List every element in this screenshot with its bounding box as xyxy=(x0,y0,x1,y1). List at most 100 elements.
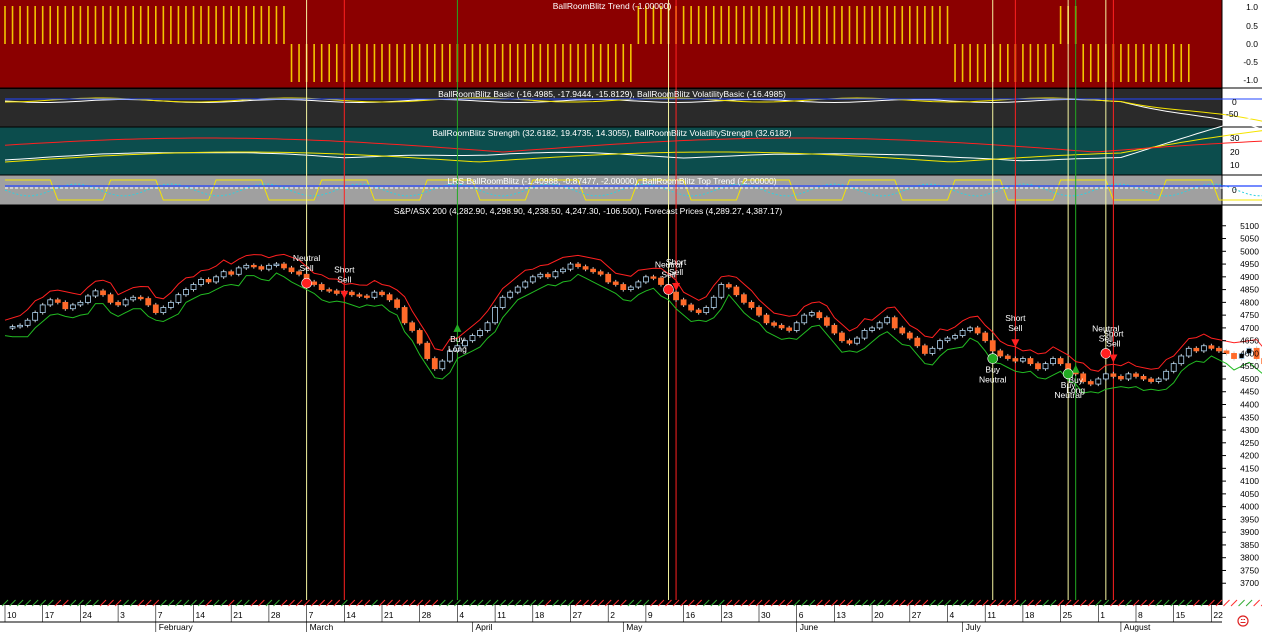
signal-label: Short xyxy=(1005,313,1026,323)
candle xyxy=(974,327,981,334)
candle xyxy=(250,264,257,268)
candle xyxy=(906,332,913,339)
candle xyxy=(281,263,287,269)
candle xyxy=(1102,373,1109,380)
y-tick-label: 4750 xyxy=(1240,310,1259,320)
candle xyxy=(748,301,755,308)
candle xyxy=(741,294,747,303)
candle xyxy=(575,263,581,268)
chart-canvas: NeutralSell ShortSellBuyLongNeutralSellSh… xyxy=(0,0,1262,632)
candle xyxy=(1035,363,1041,370)
y-tick-label: 4350 xyxy=(1240,412,1259,422)
candle xyxy=(507,291,514,298)
candle xyxy=(198,278,204,285)
x-tick-label: 23 xyxy=(723,610,733,620)
x-tick-label: 8 xyxy=(1138,610,1143,620)
y-tick-label: 4700 xyxy=(1240,323,1259,333)
x-tick-label: 17 xyxy=(45,610,55,620)
candle xyxy=(1155,378,1162,382)
signal-dot xyxy=(301,277,312,289)
y-tick-label: 3700 xyxy=(1240,578,1259,588)
signal-label: Buy xyxy=(450,334,465,344)
candle xyxy=(733,286,740,296)
candle xyxy=(929,347,936,354)
x-tick-label: 11 xyxy=(987,610,996,620)
x-tick-label: 16 xyxy=(686,610,696,620)
candle xyxy=(145,298,152,306)
candle xyxy=(137,296,144,300)
candle xyxy=(1095,378,1102,385)
y-tick-label: 4250 xyxy=(1240,438,1259,448)
candle xyxy=(891,317,898,329)
trend-tick: 0.0 xyxy=(1246,39,1258,49)
candle xyxy=(100,290,106,296)
trend-tick: 1.0 xyxy=(1246,2,1258,12)
candle xyxy=(175,294,182,303)
y-tick-label: 4950 xyxy=(1240,259,1259,269)
y-tick-label: 5050 xyxy=(1240,234,1259,244)
candle xyxy=(205,278,212,283)
candle xyxy=(69,304,76,310)
candle xyxy=(92,290,99,297)
candle xyxy=(348,291,355,296)
x-tick-label: 18 xyxy=(1025,610,1035,620)
candle xyxy=(567,263,574,270)
y-tick-label: 3900 xyxy=(1240,527,1259,537)
signal-label: Sell xyxy=(1106,339,1120,349)
y-tick-label: 4850 xyxy=(1240,285,1259,295)
candle xyxy=(673,291,679,301)
x-tick-label: 30 xyxy=(761,610,771,620)
candle xyxy=(484,322,491,331)
candle xyxy=(401,307,408,324)
candle xyxy=(492,307,499,324)
signal-label: Buy xyxy=(985,365,1000,375)
basic-tick: 0 xyxy=(1232,97,1237,107)
candle xyxy=(605,273,612,283)
candle xyxy=(816,312,823,319)
x-tick-label: 4 xyxy=(950,610,955,620)
candle xyxy=(439,360,446,370)
y-tick-label: 4450 xyxy=(1240,387,1259,397)
month-label: July xyxy=(966,622,982,632)
y-tick-label: 4600 xyxy=(1240,348,1259,358)
candle xyxy=(77,301,84,306)
candle xyxy=(620,284,627,291)
candle xyxy=(989,340,996,352)
candle xyxy=(130,296,137,301)
candle xyxy=(884,317,891,324)
signal-dot xyxy=(1062,368,1074,380)
y-tick-label: 4400 xyxy=(1240,400,1259,410)
x-tick-label: 9 xyxy=(648,610,653,620)
candle xyxy=(552,271,559,278)
month-label: April xyxy=(475,622,492,632)
signal-label: Short xyxy=(1103,329,1124,339)
candle xyxy=(228,271,235,275)
x-tick-label: 7 xyxy=(158,610,163,620)
signal-dot xyxy=(1100,348,1112,359)
candle xyxy=(514,286,521,293)
candle xyxy=(959,330,966,336)
candle xyxy=(921,345,928,354)
candle xyxy=(1140,376,1147,380)
trend-panel-title: BallRoomBlitz Trend (-1.00000) xyxy=(553,1,672,11)
candle xyxy=(793,322,800,331)
y-tick-label: 4200 xyxy=(1240,451,1259,461)
candle xyxy=(997,350,1004,357)
candle xyxy=(899,327,906,334)
candle xyxy=(364,295,370,298)
candle xyxy=(952,335,958,339)
strength-panel-title: BallRoomBlitz Strength (32.6182, 19.4735… xyxy=(432,128,791,138)
candle xyxy=(710,296,717,308)
candle xyxy=(1185,347,1192,357)
candle xyxy=(1020,358,1026,362)
price-panel-bg xyxy=(0,205,1222,605)
y-tick-label: 4000 xyxy=(1240,502,1259,512)
y-tick-label: 4650 xyxy=(1240,336,1259,346)
candle xyxy=(386,294,393,301)
candle xyxy=(469,335,476,342)
candle xyxy=(839,332,845,342)
month-label: June xyxy=(800,622,819,632)
x-tick-label: 21 xyxy=(384,610,394,620)
signal-label: Neutral xyxy=(979,375,1007,385)
candle xyxy=(861,330,868,339)
